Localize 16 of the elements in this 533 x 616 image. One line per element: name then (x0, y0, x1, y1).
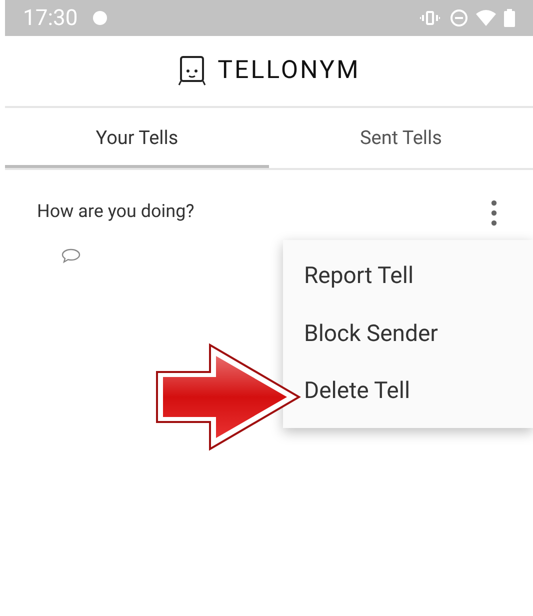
status-time: 17:30 (23, 4, 78, 32)
tab[interactable]: Sent Tells (269, 108, 533, 168)
menu-item[interactable]: Block Sender (304, 316, 446, 352)
battery-icon (504, 9, 515, 27)
more-options-icon[interactable] (491, 200, 497, 226)
wifi-icon (476, 10, 496, 26)
tell-question: How are you doing? (37, 200, 194, 224)
vibrate-icon (420, 10, 440, 26)
do-not-disturb-icon (450, 9, 468, 27)
tab[interactable]: Your Tells (5, 108, 269, 168)
logo-icon (178, 55, 206, 87)
comment-icon[interactable] (61, 248, 81, 264)
menu-item[interactable]: Report Tell (304, 259, 422, 294)
status-dot-icon (92, 10, 108, 26)
menu-item[interactable]: Delete Tell (304, 374, 418, 409)
app-title: TELLONYM (218, 55, 360, 88)
